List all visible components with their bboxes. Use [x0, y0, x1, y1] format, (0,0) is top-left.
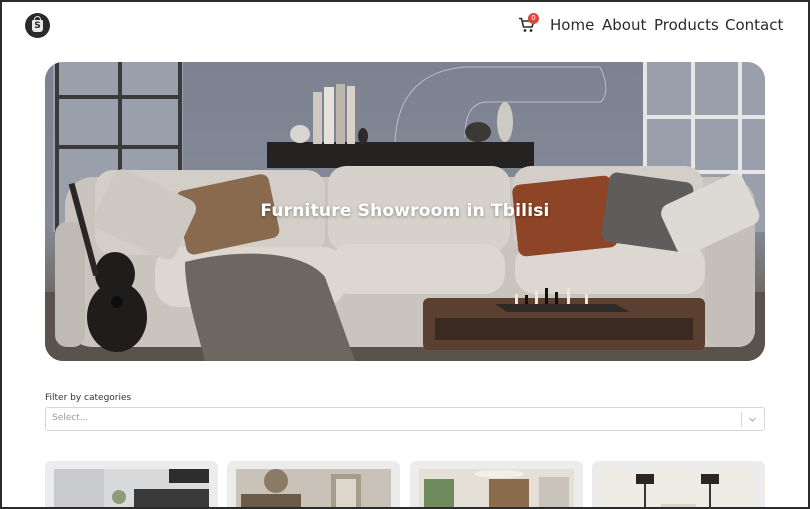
hero-title: Furniture Showroom in Tbilisi — [260, 201, 550, 221]
category-select[interactable]: Select... — [45, 407, 765, 431]
product-image — [236, 469, 391, 509]
chevron-down-icon[interactable] — [748, 415, 757, 424]
cart-count-badge: 0 — [528, 13, 539, 24]
product-card[interactable] — [227, 461, 400, 509]
nav-about[interactable]: About — [602, 15, 646, 35]
product-card[interactable] — [410, 461, 583, 509]
hero-banner: Furniture Showroom in Tbilisi — [45, 62, 765, 361]
product-card[interactable] — [45, 461, 218, 509]
product-image — [54, 469, 209, 509]
select-divider — [741, 412, 742, 427]
shopify-bag-icon: S — [32, 15, 43, 32]
product-image — [419, 469, 574, 509]
product-image — [601, 469, 756, 509]
select-placeholder: Select... — [52, 413, 89, 423]
nav-products[interactable]: Products — [654, 15, 719, 35]
filter-label: Filter by categories — [45, 393, 132, 403]
store-logo[interactable]: S — [25, 13, 50, 38]
site-header: S 0 Home About Products Contact — [0, 0, 810, 52]
nav-contact[interactable]: Contact — [725, 15, 783, 35]
product-card[interactable] — [592, 461, 765, 509]
nav-home[interactable]: Home — [550, 15, 594, 35]
